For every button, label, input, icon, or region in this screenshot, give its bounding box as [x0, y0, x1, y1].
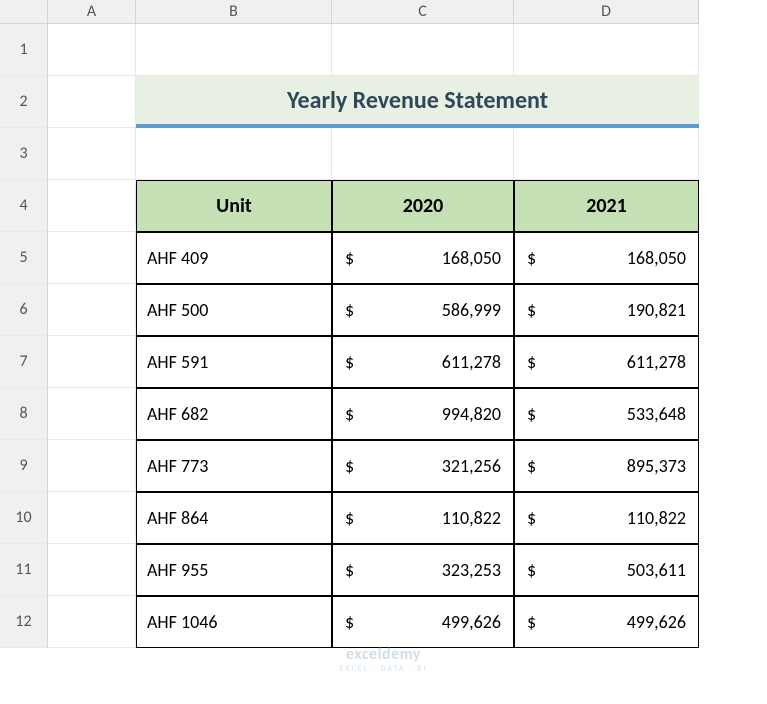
col-header-D[interactable]: D [514, 0, 699, 24]
cell-value: 321,256 [442, 455, 501, 477]
currency-symbol: $ [345, 507, 354, 529]
currency-symbol: $ [345, 559, 354, 581]
row-header-9[interactable]: 9 [0, 440, 48, 492]
table-row[interactable]: $321,256 [332, 440, 514, 492]
currency-symbol: $ [527, 455, 536, 477]
cell-A11[interactable] [48, 544, 136, 596]
select-all-corner[interactable] [0, 0, 48, 24]
cell-value: 110,822 [627, 507, 686, 529]
currency-symbol: $ [527, 611, 536, 633]
table-row[interactable]: $611,278 [332, 336, 514, 388]
col-header-C[interactable]: C [332, 0, 514, 24]
cell-value: 586,999 [442, 299, 501, 321]
cell-A5[interactable] [48, 232, 136, 284]
currency-symbol: $ [527, 247, 536, 269]
cell-A3[interactable] [48, 128, 136, 180]
currency-symbol: $ [345, 611, 354, 633]
table-row[interactable]: $499,626 [332, 596, 514, 648]
cell-A2[interactable] [48, 76, 136, 128]
table-row[interactable]: AHF 591 [136, 336, 332, 388]
row-header-5[interactable]: 5 [0, 232, 48, 284]
row-header-10[interactable]: 10 [0, 492, 48, 544]
cell-C3[interactable] [332, 128, 514, 180]
table-row[interactable]: $994,820 [332, 388, 514, 440]
col-header-B[interactable]: B [136, 0, 332, 24]
row-header-2[interactable]: 2 [0, 76, 48, 128]
table-row[interactable]: AHF 955 [136, 544, 332, 596]
currency-symbol: $ [527, 299, 536, 321]
cell-value: 168,050 [627, 247, 686, 269]
cell-A4[interactable] [48, 180, 136, 232]
row-header-12[interactable]: 12 [0, 596, 48, 648]
cell-value: 499,626 [442, 611, 501, 633]
cell-value: 110,822 [442, 507, 501, 529]
currency-symbol: $ [527, 351, 536, 373]
table-row[interactable]: $533,648 [514, 388, 699, 440]
table-row[interactable]: AHF 409 [136, 232, 332, 284]
currency-symbol: $ [345, 403, 354, 425]
cell-value: 499,626 [627, 611, 686, 633]
cell-value: 895,373 [627, 455, 686, 477]
table-row[interactable]: AHF 864 [136, 492, 332, 544]
table-row[interactable]: AHF 500 [136, 284, 332, 336]
cell-A8[interactable] [48, 388, 136, 440]
table-row[interactable]: $190,821 [514, 284, 699, 336]
cell-value: 611,278 [442, 351, 501, 373]
cell-C1[interactable] [332, 24, 514, 76]
row-header-4[interactable]: 4 [0, 180, 48, 232]
row-header-1[interactable]: 1 [0, 24, 48, 76]
cell-A10[interactable] [48, 492, 136, 544]
cell-value: 190,821 [627, 299, 686, 321]
table-row[interactable]: $499,626 [514, 596, 699, 648]
cell-B1[interactable] [136, 24, 332, 76]
table-row[interactable]: $586,999 [332, 284, 514, 336]
cell-value: 611,278 [627, 351, 686, 373]
cell-D3[interactable] [514, 128, 699, 180]
cell-value: 533,648 [627, 403, 686, 425]
watermark: exceldemy EXCEL · DATA · BI [340, 645, 428, 674]
cell-D1[interactable] [514, 24, 699, 76]
table-row[interactable]: $110,822 [514, 492, 699, 544]
row-header-8[interactable]: 8 [0, 388, 48, 440]
currency-symbol: $ [527, 507, 536, 529]
row-header-11[interactable]: 11 [0, 544, 48, 596]
currency-symbol: $ [345, 247, 354, 269]
cell-value: 323,253 [442, 559, 501, 581]
currency-symbol: $ [527, 403, 536, 425]
watermark-subtext: EXCEL · DATA · BI [340, 664, 428, 674]
cell-value: 503,611 [627, 559, 686, 581]
page-title[interactable]: Yearly Revenue Statement [136, 76, 699, 128]
row-header-3[interactable]: 3 [0, 128, 48, 180]
table-row[interactable]: $503,611 [514, 544, 699, 596]
table-row[interactable]: AHF 682 [136, 388, 332, 440]
table-header-unit[interactable]: Unit [136, 180, 332, 232]
table-row[interactable]: AHF 773 [136, 440, 332, 492]
currency-symbol: $ [345, 455, 354, 477]
table-row[interactable]: $611,278 [514, 336, 699, 388]
table-row[interactable]: AHF 1046 [136, 596, 332, 648]
cell-A6[interactable] [48, 284, 136, 336]
table-row[interactable]: $323,253 [332, 544, 514, 596]
cell-A9[interactable] [48, 440, 136, 492]
table-row[interactable]: $895,373 [514, 440, 699, 492]
table-row[interactable]: $110,822 [332, 492, 514, 544]
currency-symbol: $ [527, 559, 536, 581]
table-row[interactable]: $168,050 [332, 232, 514, 284]
cell-A7[interactable] [48, 336, 136, 388]
cell-A12[interactable] [48, 596, 136, 648]
row-header-7[interactable]: 7 [0, 336, 48, 388]
cell-A1[interactable] [48, 24, 136, 76]
currency-symbol: $ [345, 351, 354, 373]
table-header-2020[interactable]: 2020 [332, 180, 514, 232]
spreadsheet-grid: A B C D 1 2 Yearly Revenue Statement 3 4… [0, 0, 767, 648]
cell-value: 168,050 [442, 247, 501, 269]
cell-B3[interactable] [136, 128, 332, 180]
cell-value: 994,820 [442, 403, 501, 425]
table-header-2021[interactable]: 2021 [514, 180, 699, 232]
table-row[interactable]: $168,050 [514, 232, 699, 284]
row-header-6[interactable]: 6 [0, 284, 48, 336]
currency-symbol: $ [345, 299, 354, 321]
col-header-A[interactable]: A [48, 0, 136, 24]
